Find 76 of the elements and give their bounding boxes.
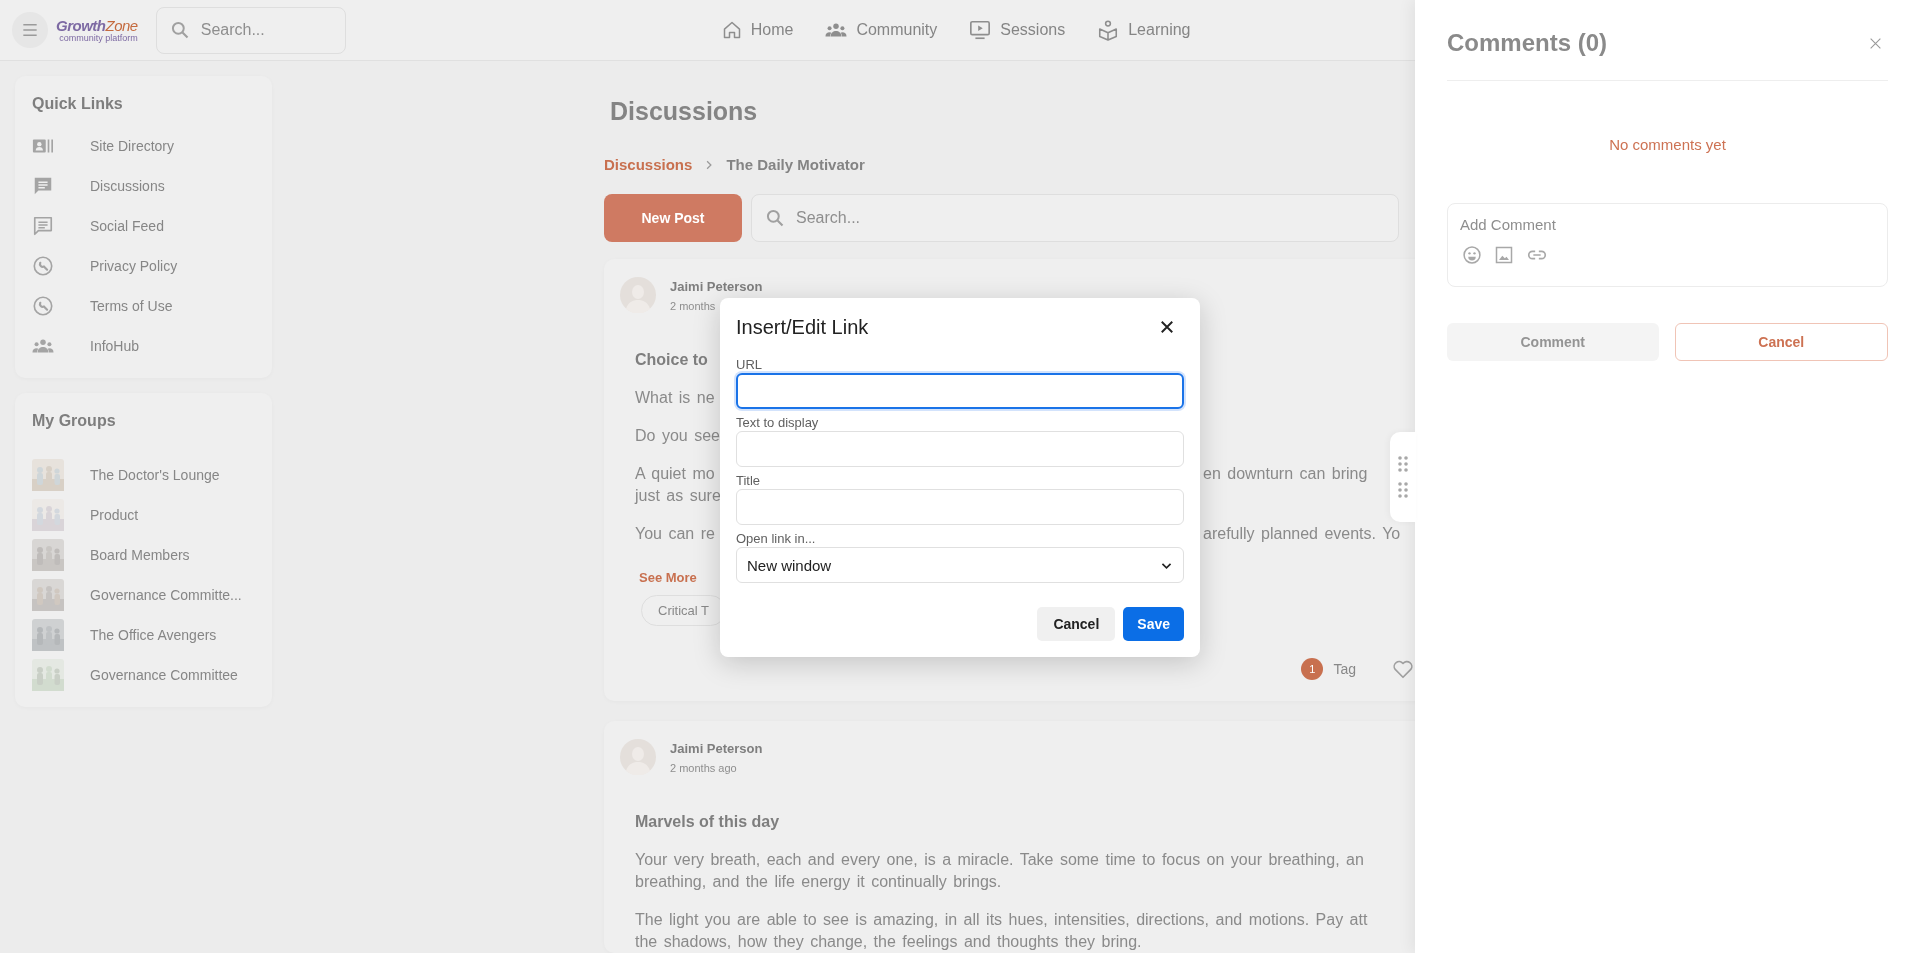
post-text: en downturn can bring xyxy=(1203,464,1368,484)
new-post-button[interactable]: New Post xyxy=(604,194,742,242)
save-button[interactable]: Save xyxy=(1123,607,1184,641)
emoji-icon[interactable] xyxy=(1462,245,1482,265)
author-name[interactable]: Jaimi Peterson xyxy=(670,279,763,294)
sidebar-item[interactable]: Site Directory xyxy=(32,126,258,166)
comment-input[interactable]: Add Comment xyxy=(1460,214,1875,234)
dialog-title: Insert/Edit Link xyxy=(736,315,869,340)
nav-link[interactable]: Community xyxy=(825,19,938,41)
nav-link[interactable]: Sessions xyxy=(969,19,1066,41)
grip-icon xyxy=(1398,482,1408,498)
empty-message: No comments yet xyxy=(1609,135,1726,155)
search-icon xyxy=(169,20,190,40)
group-link[interactable]: The Office Avengers xyxy=(90,627,217,643)
wrench-icon xyxy=(32,295,54,317)
post-text: The light you are able to see is amazing, in all its hues, intensities, directions, and motions. Pay att xyxy=(635,910,1368,930)
menu-button[interactable] xyxy=(12,12,48,48)
breadcrumb-current: The Daily Motivator xyxy=(726,155,865,175)
sidebar-item[interactable]: Discussions xyxy=(32,166,258,206)
sidebar-item[interactable]: Privacy Policy xyxy=(32,246,258,286)
post-text: the shadows, how they change, the feelings and thoughts they bring. xyxy=(635,932,1142,952)
post-text: What is ne xyxy=(635,388,715,408)
post-text: breathing, and the life energy it continually brings. xyxy=(635,872,1002,892)
sidebar-item[interactable]: InfoHub xyxy=(32,326,258,366)
play-screen-icon xyxy=(969,19,992,41)
post-text: A quiet mo xyxy=(635,464,715,484)
post-time: 2 months ago xyxy=(670,762,738,774)
cancel-button[interactable]: Cancel xyxy=(1037,607,1116,641)
search-icon xyxy=(765,208,785,228)
section-title: Quick Links xyxy=(32,94,124,114)
field-label: Open link in... xyxy=(736,531,817,547)
post-text: arefully planned events. Yo xyxy=(1203,524,1401,544)
panel-title: Comments (0) xyxy=(1447,28,1608,58)
post-text: You can re xyxy=(635,524,715,544)
chat-icon xyxy=(32,215,54,237)
section-title: My Groups xyxy=(32,411,117,431)
post-text: Your very breath, each and every one, is a miracle. Take some time to focus on your breathing, an xyxy=(635,850,1364,870)
author-name[interactable]: Jaimi Peterson xyxy=(670,741,763,756)
search-field[interactable]: Search... xyxy=(155,6,346,54)
post-text: Do you see xyxy=(635,426,720,446)
drag-handle[interactable] xyxy=(1390,432,1416,522)
group-link[interactable]: Product xyxy=(90,507,139,523)
input-field[interactable] xyxy=(736,373,1184,409)
tag-label[interactable]: Tag xyxy=(1333,661,1356,677)
field-label: Text to display xyxy=(736,415,820,431)
breadcrumb-link[interactable]: Discussions xyxy=(604,155,693,175)
post-text: just as sure xyxy=(635,486,721,506)
logo-tagline: community platform xyxy=(59,32,138,43)
page-title: Discussions xyxy=(610,96,759,127)
close-icon[interactable] xyxy=(1160,320,1174,334)
heart-icon[interactable] xyxy=(1392,658,1414,680)
post-time: 2 months xyxy=(670,300,717,312)
wrench-icon xyxy=(32,255,54,277)
field-label: Title xyxy=(736,473,762,489)
field-label: URL xyxy=(736,357,763,373)
logo[interactable]: GrowthZone xyxy=(56,17,138,33)
group-link[interactable]: Governance Committe... xyxy=(90,587,242,603)
image-icon[interactable] xyxy=(1494,245,1514,265)
sidebar-item[interactable]: Terms of Use xyxy=(32,286,258,326)
see-more-link[interactable]: See More xyxy=(635,570,697,586)
group-link[interactable]: Governance Committee xyxy=(90,667,238,683)
book-person-icon xyxy=(1097,19,1120,41)
group-link[interactable]: The Doctor's Lounge xyxy=(90,467,220,483)
nav-link[interactable]: Learning xyxy=(1097,19,1191,41)
nav-link[interactable]: Home xyxy=(721,19,794,41)
menu-icon xyxy=(20,22,40,38)
sidebar-item[interactable]: Social Feed xyxy=(32,206,258,246)
group-link[interactable]: Board Members xyxy=(90,547,190,563)
count-badge: 1 xyxy=(1301,658,1324,680)
grip-icon xyxy=(1398,456,1408,472)
post-title: Choice to xyxy=(635,350,708,370)
cancel-button[interactable]: Cancel xyxy=(1674,323,1888,361)
select-field[interactable]: New window xyxy=(736,547,1184,583)
home-icon xyxy=(721,20,742,40)
post-title: Marvels of this day xyxy=(635,812,780,832)
search-field[interactable]: Search... xyxy=(751,194,1399,242)
